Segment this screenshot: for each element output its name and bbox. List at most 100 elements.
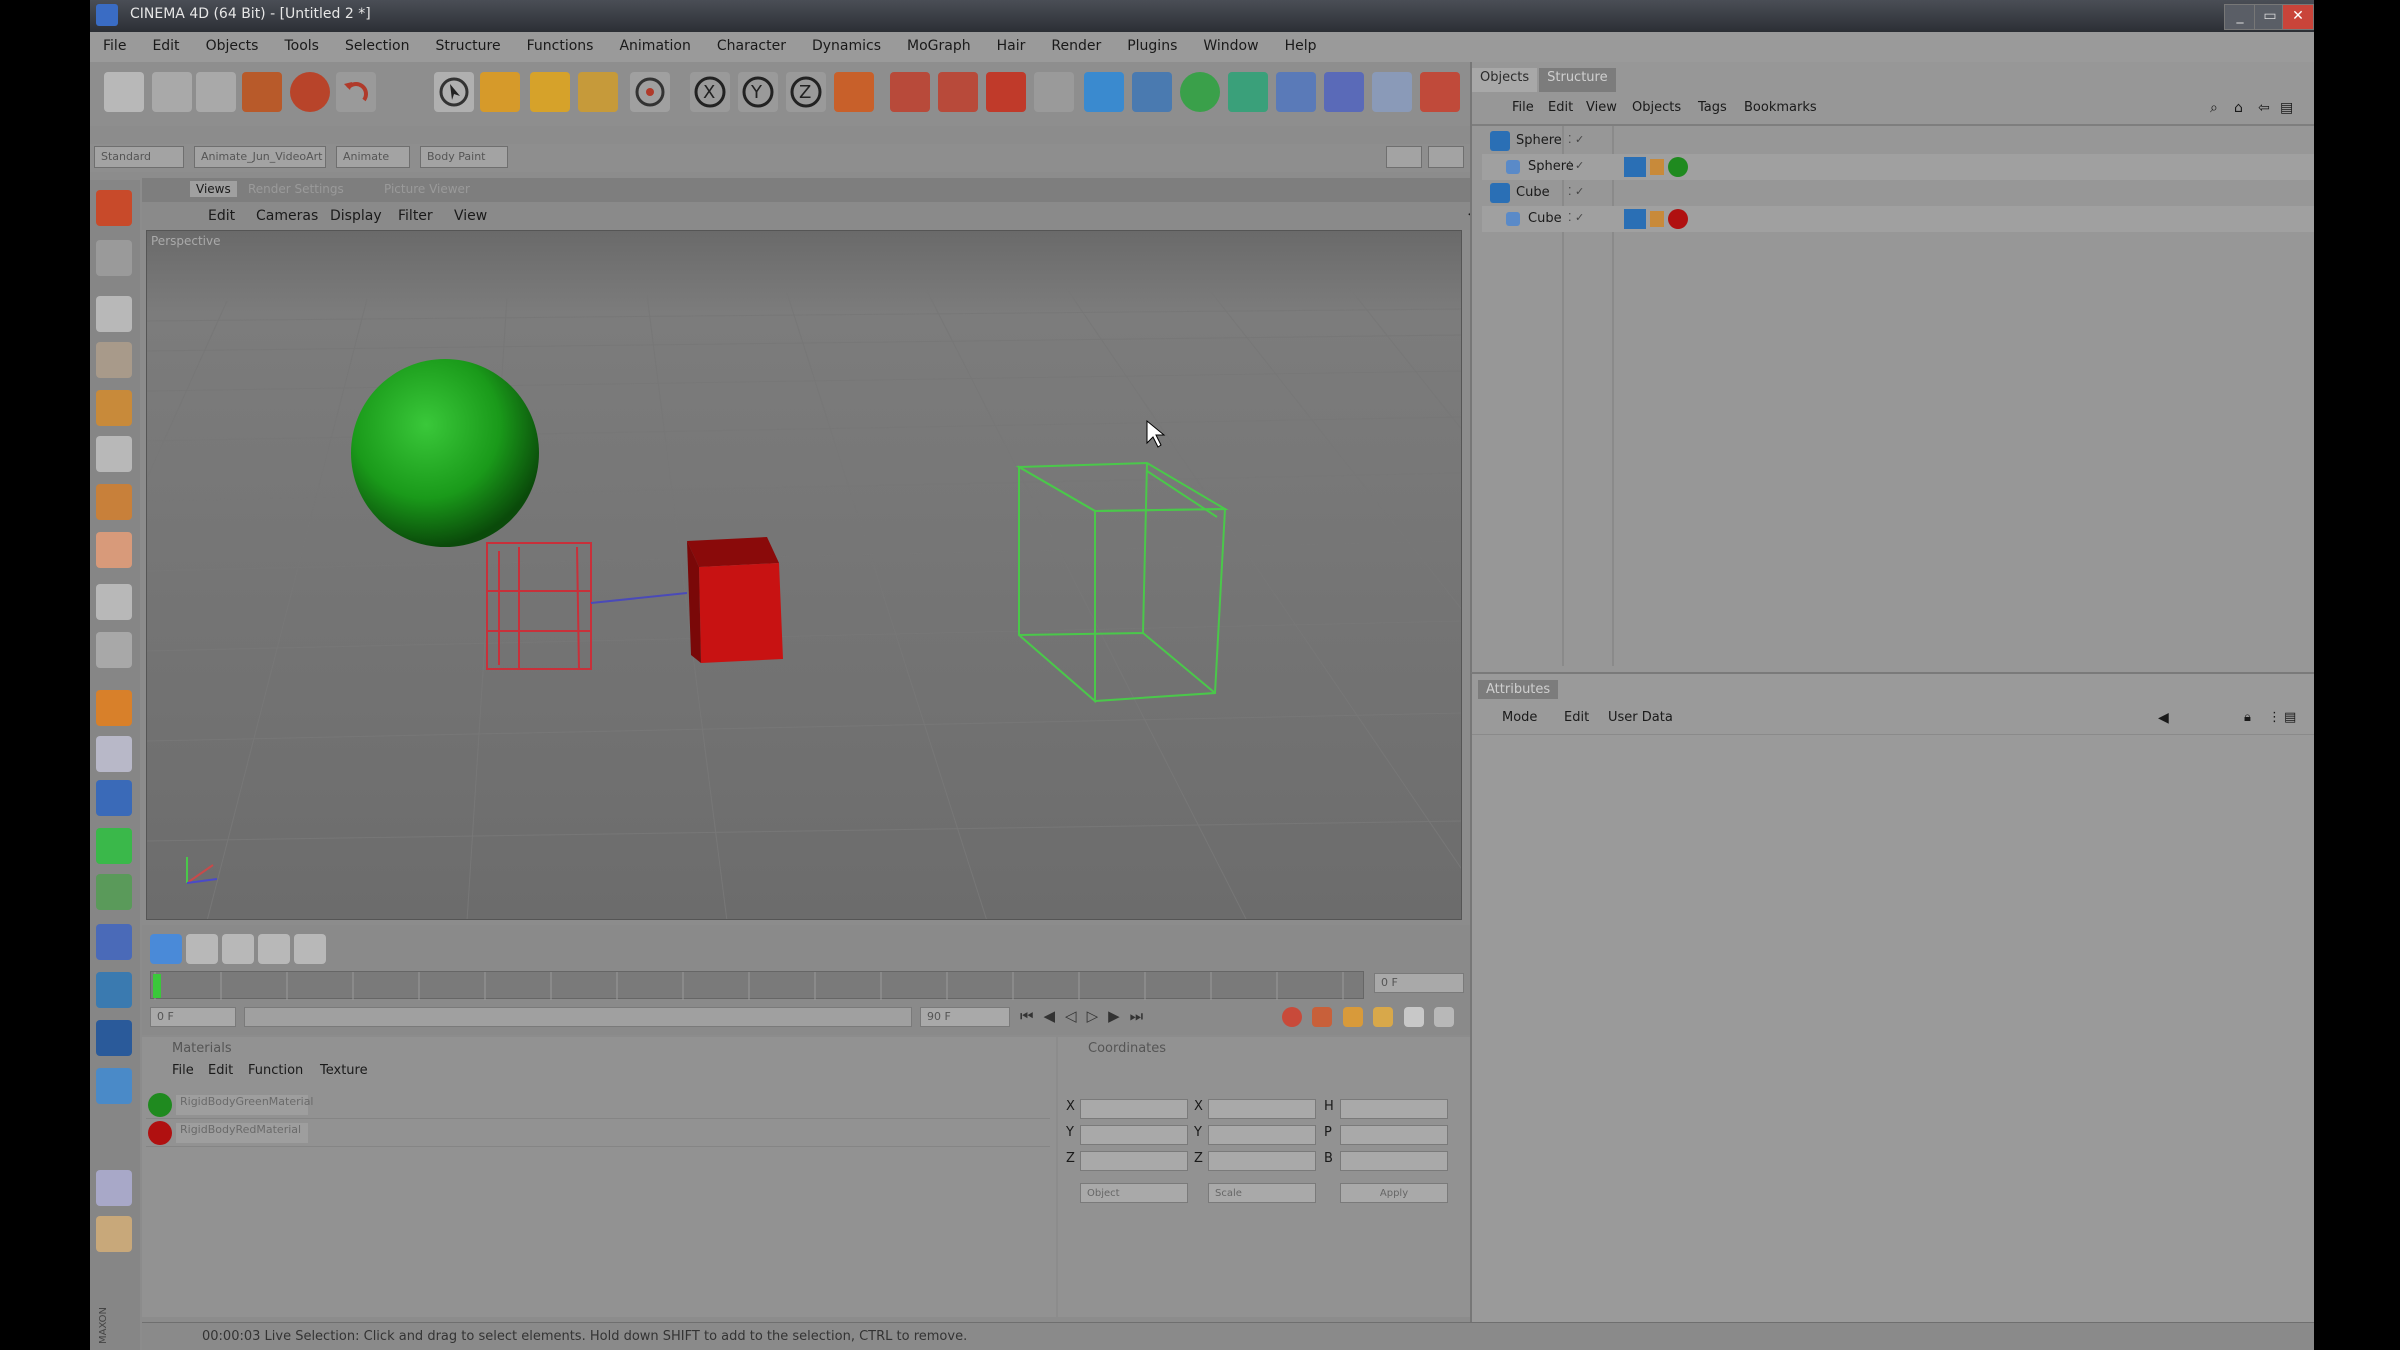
record-position-icon[interactable] — [186, 934, 218, 964]
save-icon[interactable] — [242, 72, 282, 112]
tab-objects[interactable]: Objects — [1472, 68, 1538, 92]
paint-tool-icon[interactable] — [96, 1170, 132, 1206]
cube-primitive-icon[interactable] — [1084, 72, 1124, 112]
back-arrow-icon[interactable]: ◀ — [2158, 710, 2169, 726]
object-mode-icon[interactable] — [96, 296, 132, 332]
object-name[interactable]: Cube — [1528, 211, 1562, 226]
obj-menu-file[interactable]: File — [1512, 100, 1534, 115]
deformer-icon[interactable] — [1276, 72, 1316, 112]
attr-menu-mode[interactable]: Mode — [1502, 710, 1537, 725]
y-axis-lock-icon[interactable]: Y — [738, 72, 778, 112]
end-frame-field[interactable]: 90 F — [920, 1007, 1010, 1027]
attr-menu-edit[interactable]: Edit — [1564, 710, 1589, 725]
timeline-ruler[interactable] — [150, 971, 1364, 1000]
tab-picture-viewer[interactable]: Picture Viewer — [378, 181, 476, 197]
model-mode-icon[interactable] — [96, 342, 132, 378]
edge-mode-icon[interactable] — [96, 436, 132, 472]
panel-options-icon[interactable]: ▤ — [2280, 100, 2293, 116]
record-parameter-icon[interactable] — [294, 934, 326, 964]
record-scale-icon[interactable] — [222, 934, 254, 964]
home-icon[interactable]: ⌂ — [2234, 100, 2243, 116]
polygon-mode-icon[interactable] — [96, 484, 132, 520]
material-menu-file[interactable]: File — [172, 1063, 194, 1078]
layout-bodypaint-button[interactable]: Body Paint — [420, 146, 508, 168]
render-picture-viewer-icon[interactable] — [938, 72, 978, 112]
menu-help[interactable]: Help — [1272, 32, 1330, 54]
record-icon[interactable] — [290, 72, 330, 112]
bodypaint-icon[interactable] — [96, 1216, 132, 1252]
search-icon[interactable]: ⌕ — [2210, 100, 2218, 116]
red-material-swatch[interactable] — [148, 1121, 172, 1145]
visibility-dots-icon[interactable]: ⁚ ✓ — [1568, 185, 1584, 198]
new-scene-icon[interactable] — [104, 72, 144, 112]
red-material-tag-icon[interactable] — [1668, 209, 1688, 229]
menu-edit[interactable]: Edit — [139, 32, 192, 54]
object-name[interactable]: Sphere — [1516, 133, 1562, 148]
rigid-body-tag-icon[interactable] — [1624, 209, 1646, 229]
tab-structure[interactable]: Structure — [1539, 68, 1616, 92]
time-range-slider[interactable] — [244, 1007, 912, 1027]
uv-mode-icon[interactable] — [96, 532, 132, 568]
viewport-menu-filter[interactable]: Filter — [398, 208, 433, 224]
menu-dynamics[interactable]: Dynamics — [799, 32, 894, 54]
rigid-body-tag-icon[interactable] — [1624, 157, 1646, 177]
obj-menu-view[interactable]: View — [1586, 100, 1617, 115]
scale-tool-icon[interactable] — [530, 72, 570, 112]
red-cube[interactable] — [687, 537, 783, 663]
render-settings-icon[interactable] — [1034, 72, 1074, 112]
move-tool-icon[interactable] — [480, 72, 520, 112]
array-icon[interactable] — [1228, 72, 1268, 112]
z-axis-lock-icon[interactable]: Z — [786, 72, 826, 112]
green-sphere[interactable] — [351, 359, 539, 547]
object-name[interactable]: Cube — [1516, 185, 1550, 200]
menu-tools[interactable]: Tools — [271, 32, 332, 54]
obj-menu-edit[interactable]: Edit — [1548, 100, 1573, 115]
close-button[interactable]: ✕ — [2282, 4, 2314, 30]
material-row[interactable]: RigidBodyGreenMaterial — [146, 1091, 1050, 1119]
axis-mode-icon[interactable] — [96, 632, 132, 668]
menu-file[interactable]: File — [90, 32, 139, 54]
live-selection-icon[interactable] — [434, 72, 474, 112]
layout-standard-button[interactable]: Standard — [94, 146, 184, 168]
visibility-dots-icon[interactable]: ⁚ ✓ — [1568, 211, 1584, 224]
menu-functions[interactable]: Functions — [514, 32, 607, 54]
tab-render-settings[interactable]: Render Settings — [242, 181, 350, 197]
size-mode-dropdown[interactable]: Scale — [1208, 1183, 1316, 1203]
coordinate-system-icon[interactable] — [834, 72, 874, 112]
attr-menu-user-data[interactable]: User Data — [1608, 710, 1673, 725]
pos-x-field[interactable] — [1080, 1099, 1188, 1119]
visibility-dots-icon[interactable]: ⁚ ✓ — [1568, 159, 1584, 172]
solo-mode-icon[interactable] — [96, 780, 132, 816]
texture-mode-icon[interactable] — [96, 240, 132, 276]
material-row[interactable]: RigidBodyRedMaterial — [146, 1119, 1050, 1147]
rot-b-field[interactable] — [1340, 1151, 1448, 1171]
size-y-field[interactable] — [1208, 1125, 1316, 1145]
render-view-icon[interactable] — [890, 72, 930, 112]
make-editable-icon[interactable] — [96, 190, 132, 226]
merge-icon[interactable] — [196, 72, 236, 112]
rot-p-field[interactable] — [1340, 1125, 1448, 1145]
x-axis-lock-icon[interactable]: X — [690, 72, 730, 112]
material-menu-texture[interactable]: Texture — [320, 1063, 368, 1078]
menu-selection[interactable]: Selection — [332, 32, 423, 54]
obj-menu-objects[interactable]: Objects — [1632, 100, 1681, 115]
environment-icon[interactable] — [1324, 72, 1364, 112]
lock-icon[interactable]: 🔒︎ — [2244, 710, 2251, 725]
menu-mograph[interactable]: MoGraph — [894, 32, 984, 54]
size-z-field[interactable] — [1208, 1151, 1316, 1171]
compositing-tag-icon[interactable] — [1650, 211, 1664, 227]
tab-attributes[interactable]: Attributes — [1478, 680, 1559, 699]
obj-menu-tags[interactable]: Tags — [1698, 100, 1727, 115]
open-file-icon[interactable] — [152, 72, 192, 112]
rotate-tool-icon[interactable] — [578, 72, 618, 112]
viewport-menu-display[interactable]: Display — [330, 208, 382, 224]
pos-y-field[interactable] — [1080, 1125, 1188, 1145]
more-options-icon[interactable]: ⋮ — [2268, 710, 2281, 725]
minimize-button[interactable]: _ — [2224, 4, 2256, 30]
snap-icon[interactable] — [96, 924, 132, 960]
menu-hair[interactable]: Hair — [984, 32, 1039, 54]
menu-animation[interactable]: Animation — [606, 32, 703, 54]
tab-views[interactable]: Views — [190, 181, 237, 197]
menu-plugins[interactable]: Plugins — [1114, 32, 1190, 54]
panel-options-icon[interactable]: ▤ — [2284, 710, 2296, 725]
